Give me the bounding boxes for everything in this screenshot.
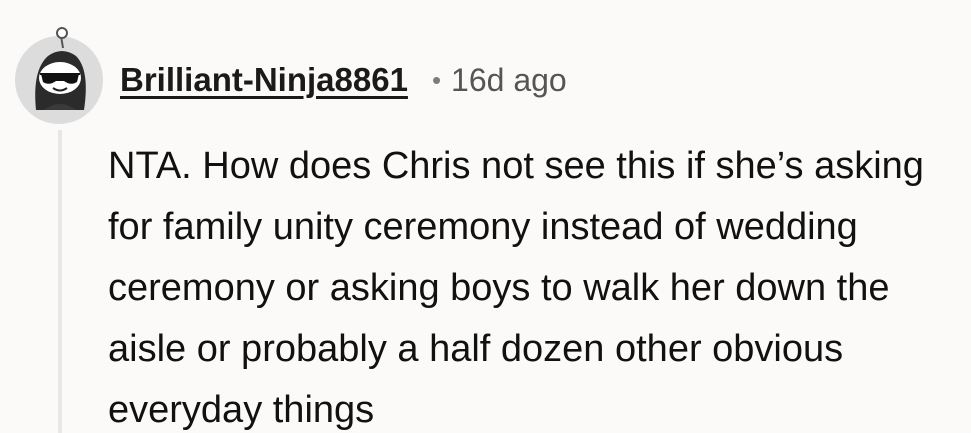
comment-header: Brilliant-Ninja8861 • 16d ago bbox=[120, 58, 567, 102]
avatar[interactable] bbox=[14, 24, 106, 124]
thread-line[interactable] bbox=[58, 130, 62, 433]
snoo-avatar-sunglasses-icon bbox=[15, 27, 103, 124]
comment-body: NTA. How does Chris not see this if she’… bbox=[108, 145, 924, 431]
comment-age[interactable]: 16d ago bbox=[451, 62, 567, 99]
separator-dot: • bbox=[431, 64, 442, 95]
author-link[interactable]: Brilliant-Ninja8861 bbox=[120, 61, 408, 99]
comment: Brilliant-Ninja8861 • 16d ago NTA. How d… bbox=[0, 0, 971, 433]
